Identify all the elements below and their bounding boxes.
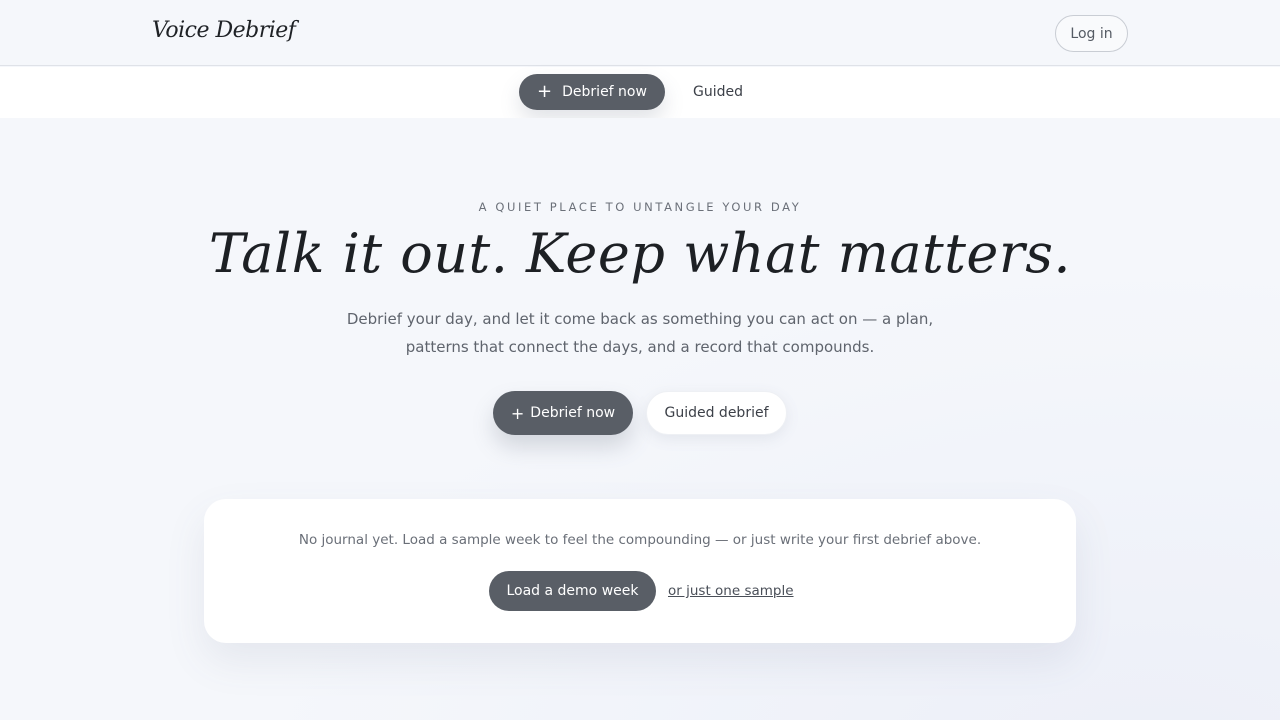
empty-journal-card: No journal yet. Load a sample week to fe… (204, 499, 1076, 643)
subnav-guided-link[interactable]: Guided (693, 84, 743, 100)
sub-nav: + Debrief now Guided (0, 67, 1280, 118)
hero-debrief-now-button[interactable]: + Debrief now (493, 391, 633, 435)
plus-icon: + (510, 403, 525, 423)
hero-debrief-now-label: Debrief now (530, 405, 616, 421)
hero-subtitle-line-2: patterns that connect the days, and a re… (405, 338, 875, 356)
one-sample-link[interactable]: or just one sample (668, 583, 794, 599)
subnav-debrief-now-label: Debrief now (562, 84, 647, 100)
hero-subtitle-line-1: Debrief your day, and let it come back a… (346, 310, 934, 328)
hero-eyebrow: A QUIET PLACE TO UNTANGLE YOUR DAY (478, 200, 802, 214)
brand-logo[interactable]: Voice Debrief (152, 18, 296, 43)
top-bar: Voice Debrief Log in (0, 0, 1280, 66)
subnav-debrief-now-button[interactable]: + Debrief now (519, 74, 665, 110)
hero-guided-debrief-button[interactable]: Guided debrief (646, 391, 787, 435)
plus-icon: + (537, 81, 553, 102)
hero-headline: Talk it out. Keep what matters. (208, 222, 1072, 285)
load-demo-week-button[interactable]: Load a demo week (489, 571, 656, 611)
empty-journal-message: No journal yet. Load a sample week to fe… (298, 532, 982, 548)
login-button[interactable]: Log in (1055, 15, 1128, 52)
hero-subtitle: Debrief your day, and let it come back a… (340, 305, 940, 361)
